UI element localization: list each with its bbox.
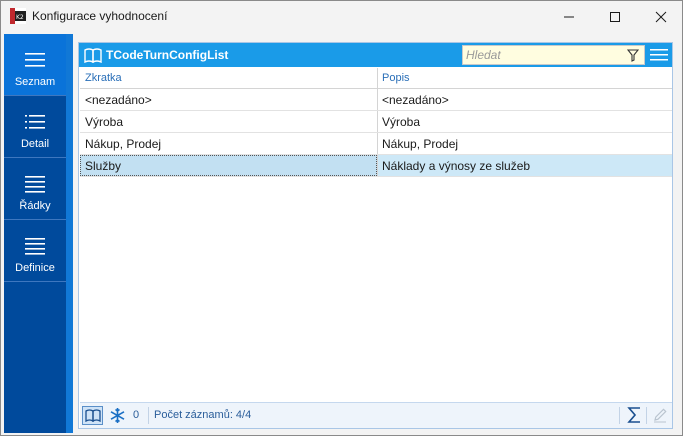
nav-item-seznam[interactable]: Seznam: [4, 34, 66, 96]
maximize-icon: [610, 11, 620, 22]
hamburger-menu-icon[interactable]: [650, 48, 668, 62]
nav-item-label: Seznam: [14, 76, 56, 88]
close-icon: [655, 11, 667, 22]
sum-icon[interactable]: [627, 406, 643, 424]
search-box: [462, 45, 645, 65]
minimize-icon: [564, 16, 574, 17]
grid-header: Zkratka Popis: [80, 68, 672, 89]
cell-zkratka: Výroba: [85, 115, 124, 129]
definition-icon: [25, 238, 45, 255]
table-row[interactable]: Výroba Výroba: [80, 111, 672, 133]
column-header-popis[interactable]: Popis: [382, 72, 410, 84]
list-panel: TCodeTurnConfigList Zkratka Popis <nezad…: [78, 42, 673, 429]
panel-title: TCodeTurnConfigList: [106, 48, 229, 62]
rows-icon: [25, 176, 45, 193]
svg-text:K2: K2: [16, 14, 24, 21]
filter-icon[interactable]: [627, 49, 639, 62]
status-separator: [619, 407, 620, 424]
table-row[interactable]: Nákup, Prodej Nákup, Prodej: [80, 133, 672, 155]
list-icon: [25, 53, 45, 67]
minimize-button[interactable]: [546, 1, 592, 32]
nav-item-radky[interactable]: Řádky: [4, 158, 66, 220]
edit-pencil-icon[interactable]: [652, 407, 668, 423]
cell-zkratka: <nezadáno>: [85, 93, 152, 107]
status-separator: [646, 407, 647, 424]
column-header-zkratka[interactable]: Zkratka: [85, 72, 122, 84]
table-row-selected[interactable]: Služby Náklady a výnosy ze služeb: [80, 155, 672, 177]
detail-list-icon: [25, 115, 45, 129]
status-separator: [148, 407, 149, 424]
column-separator: [377, 155, 378, 176]
record-count: Počet záznamů: 4/4: [154, 409, 252, 421]
column-separator: [377, 133, 378, 154]
nav-item-label: Řádky: [19, 200, 51, 212]
nav-item-detail[interactable]: Detail: [4, 96, 66, 158]
cell-popis: <nezadáno>: [382, 93, 449, 107]
title-bar: K2 Konfigurace vyhodnocení: [1, 1, 682, 32]
nav-item-label: Detail: [20, 138, 50, 150]
close-button[interactable]: [638, 1, 683, 32]
snowflake-icon[interactable]: [109, 407, 126, 424]
panel-header: TCodeTurnConfigList: [79, 43, 672, 67]
maximize-button[interactable]: [592, 1, 638, 32]
column-separator: [377, 89, 378, 110]
book-icon: [84, 48, 102, 63]
cell-zkratka: Služby: [85, 159, 122, 173]
focused-cell: [80, 155, 377, 176]
cell-zkratka: Nákup, Prodej: [85, 137, 162, 151]
nav-item-label: Definice: [15, 262, 55, 274]
cell-popis: Náklady a výnosy ze služeb: [382, 159, 531, 173]
cell-popis: Výroba: [382, 115, 421, 129]
search-input[interactable]: [463, 46, 623, 64]
app-logo-icon: K2: [10, 8, 26, 24]
data-grid: Zkratka Popis <nezadáno> <nezadáno> Výro…: [80, 68, 672, 177]
window-title: Konfigurace vyhodnocení: [32, 9, 168, 23]
cell-popis: Nákup, Prodej: [382, 137, 459, 151]
book-icon: [84, 409, 101, 422]
status-bar: 0 Počet záznamů: 4/4: [80, 402, 672, 428]
app-window: K2 Konfigurace vyhodnocení Seznam Detail…: [0, 0, 683, 436]
column-separator: [377, 111, 378, 132]
nav-item-definice[interactable]: Definice: [4, 220, 66, 282]
sidebar-edge: [66, 34, 73, 433]
book-view-button[interactable]: [82, 406, 103, 425]
table-row[interactable]: <nezadáno> <nezadáno>: [80, 89, 672, 111]
left-navigation: Seznam Detail Řádky Definice: [4, 34, 73, 433]
filter-count: 0: [133, 409, 140, 421]
column-separator: [377, 68, 378, 88]
